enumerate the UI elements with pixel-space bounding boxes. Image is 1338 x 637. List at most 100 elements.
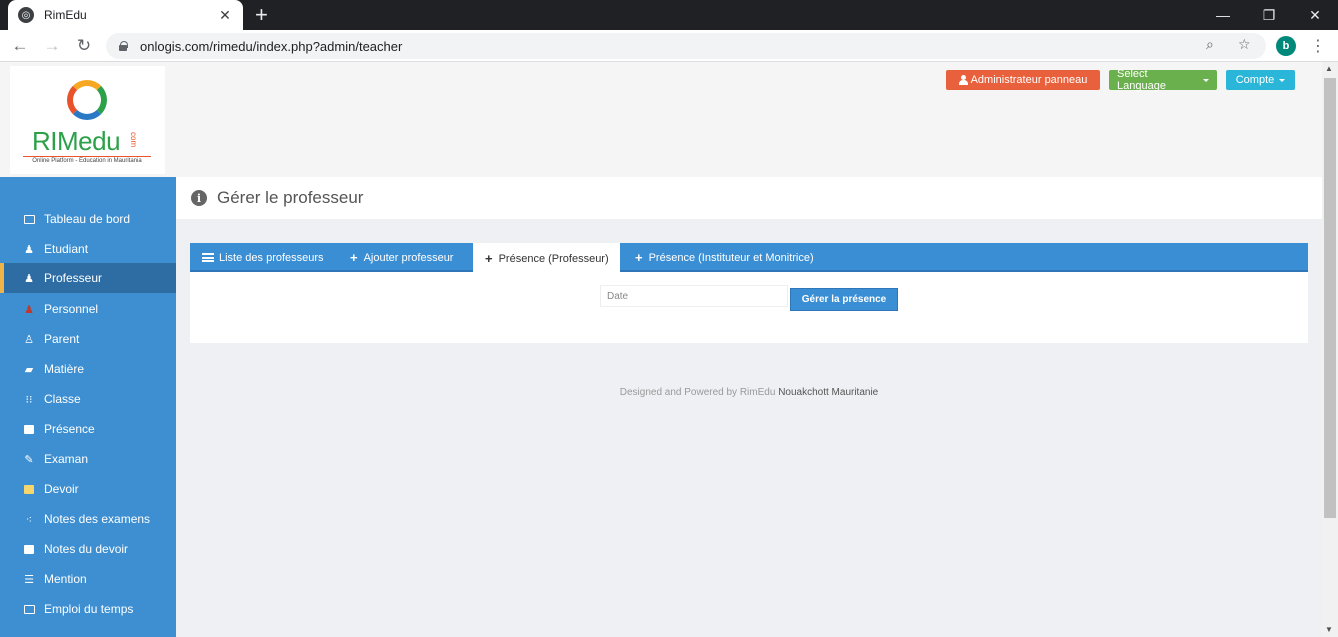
footer-text: Designed and Powered by RimEdu <box>619 387 776 398</box>
select-language-label: Select Language <box>1117 68 1166 92</box>
caret-down-icon <box>1279 78 1286 82</box>
tab-label: Présence (Professeur) <box>498 252 609 265</box>
sidebar-item-attendance[interactable]: Présence <box>0 414 176 444</box>
close-tab-icon[interactable]: ✕ <box>217 7 233 24</box>
network-icon: ⁖ <box>25 513 33 526</box>
plus-icon: + <box>485 251 493 266</box>
logo-subtitle: Online Platform - Education in Mauritani… <box>23 156 151 164</box>
staff-icon: ♟ <box>24 303 34 316</box>
page-title-bar: i Gérer le professeur <box>176 177 1322 219</box>
list-icon <box>202 253 214 262</box>
tab-title: RimEdu <box>44 8 87 22</box>
page-title: Gérer le professeur <box>217 188 364 207</box>
account-label: Compte <box>1235 74 1275 86</box>
student-icon: ♟ <box>24 243 34 256</box>
sidebar-item-label: Parent <box>44 332 80 346</box>
sidebar-item-teacher[interactable]: ♟ Professeur <box>0 263 176 293</box>
notes-icon <box>22 543 36 555</box>
sidebar-item-label: Professeur <box>44 271 103 285</box>
account-button[interactable]: Compte <box>1226 70 1295 90</box>
footer: Designed and Powered by RimEdu Nouakchot… <box>176 387 1322 398</box>
sidebar-item-label: Notes du devoir <box>44 542 129 556</box>
sidebar: Tableau de bord ♟ Etudiant ♟ Professeur … <box>0 177 176 637</box>
date-input[interactable] <box>600 285 788 307</box>
scroll-up-icon[interactable]: ▲ <box>1325 64 1333 73</box>
tab-teacher-attendance[interactable]: + Présence (Professeur) <box>473 243 620 274</box>
page-scrollbar[interactable]: ▲ ▼ <box>1322 62 1338 637</box>
plus-icon: + <box>350 250 358 265</box>
globe-icon: ◎ <box>18 7 34 23</box>
sidebar-item-student[interactable]: ♟ Etudiant <box>0 234 176 264</box>
sidebar-item-label: Emploi du temps <box>44 602 134 616</box>
user-icon <box>958 75 968 85</box>
tab-strip: Liste des professeurs + Ajouter professe… <box>190 243 1308 274</box>
browser-tab-bar: ◎ RimEdu ✕ + — ❐ ✕ <box>0 0 1338 30</box>
subject-icon: ▰ <box>24 363 34 376</box>
sidebar-item-exam-notes[interactable]: ⁖ Notes des examens <box>0 504 176 534</box>
sidebar-item-mention[interactable]: ☰ Mention <box>0 564 176 594</box>
menu-icon[interactable]: ⋮ <box>1310 36 1326 56</box>
site-header: RIMedu com Online Platform - Education i… <box>0 62 1322 177</box>
logo-text: RIMedu <box>32 126 121 156</box>
manage-attendance-button[interactable]: Gérer la présence <box>790 288 898 311</box>
browser-toolbar: ← → ↻ onlogis.com/rimedu/index.php?admin… <box>0 30 1338 62</box>
browser-tab[interactable]: ◎ RimEdu ✕ <box>8 0 243 30</box>
admin-panel-button[interactable]: Administrateur panneau <box>946 70 1100 90</box>
homework-icon <box>22 483 36 495</box>
sidebar-item-homework-notes[interactable]: Notes du devoir <box>0 534 176 564</box>
calendar-icon <box>22 603 36 615</box>
tab-label: Liste des professeurs <box>219 251 324 264</box>
tab-label: Ajouter professeur <box>363 251 454 264</box>
scroll-thumb[interactable] <box>1324 78 1336 518</box>
restore-icon[interactable]: ❐ <box>1246 0 1292 30</box>
plus-icon: + <box>635 250 643 265</box>
class-icon: ⁝⁝ <box>25 393 33 406</box>
logo[interactable]: RIMedu com Online Platform - Education i… <box>10 66 165 174</box>
logo-ring-icon <box>67 80 107 120</box>
sidebar-item-timetable[interactable]: Emploi du temps <box>0 594 176 624</box>
sidebar-item-label: Examan <box>44 452 89 466</box>
forward-icon[interactable]: → <box>40 34 64 58</box>
sidebar-item-subject[interactable]: ▰ Matière <box>0 354 176 384</box>
attendance-icon <box>22 423 36 435</box>
minimize-icon[interactable]: — <box>1200 0 1246 30</box>
tab-teacher-list[interactable]: Liste des professeurs <box>202 243 324 272</box>
sidebar-item-homework[interactable]: Devoir <box>0 474 176 504</box>
teacher-icon: ♟ <box>24 272 34 285</box>
close-window-icon[interactable]: ✕ <box>1292 0 1338 30</box>
url-text: onlogis.com/rimedu/index.php?admin/teach… <box>140 38 403 54</box>
tab-add-teacher[interactable]: + Ajouter professeur <box>350 243 453 272</box>
sidebar-item-parent[interactable]: ♙ Parent <box>0 324 176 354</box>
sidebar-item-label: Etudiant <box>44 242 89 256</box>
footer-location: Nouakchott Mauritanie <box>778 387 879 398</box>
info-icon: i <box>191 190 207 206</box>
sidebar-item-exam[interactable]: ✎ Examan <box>0 444 176 474</box>
tab-label: Présence (Instituteur et Monitrice) <box>648 251 814 264</box>
sidebar-item-staff[interactable]: ♟ Personnel <box>0 294 176 324</box>
new-tab-button[interactable]: + <box>255 2 268 28</box>
sidebar-item-label: Notes des examens <box>44 512 151 526</box>
monitor-icon <box>22 213 36 225</box>
page-content: RIMedu com Online Platform - Education i… <box>0 62 1322 637</box>
select-language-button[interactable]: Select Language <box>1109 68 1217 92</box>
caret-down-icon <box>1203 78 1209 82</box>
sidebar-item-dashboard[interactable]: Tableau de bord <box>0 204 176 234</box>
back-icon[interactable]: ← <box>8 34 32 58</box>
admin-panel-label: Administrateur panneau <box>970 74 1088 86</box>
logo-com: com <box>129 132 138 148</box>
sidebar-item-label: Mention <box>44 572 87 586</box>
scroll-down-icon[interactable]: ▼ <box>1325 625 1333 634</box>
sidebar-item-class[interactable]: ⁝⁝ Classe <box>0 384 176 414</box>
list-icon: ☰ <box>24 573 34 586</box>
sidebar-item-label: Devoir <box>44 482 79 496</box>
profile-avatar[interactable]: b <box>1276 36 1296 56</box>
pencil-icon: ✎ <box>24 453 34 466</box>
sidebar-item-label: Tableau de bord <box>44 212 131 226</box>
reload-icon[interactable]: ↻ <box>72 34 96 58</box>
sidebar-item-label: Présence <box>44 422 95 436</box>
star-icon[interactable]: ☆ <box>1238 36 1251 53</box>
tab-instructor-attendance[interactable]: + Présence (Instituteur et Monitrice) <box>635 243 814 272</box>
address-bar[interactable]: onlogis.com/rimedu/index.php?admin/teach… <box>106 33 1266 59</box>
zoom-icon[interactable]: ⌕ <box>1206 36 1214 53</box>
sidebar-item-label: Personnel <box>44 302 99 316</box>
